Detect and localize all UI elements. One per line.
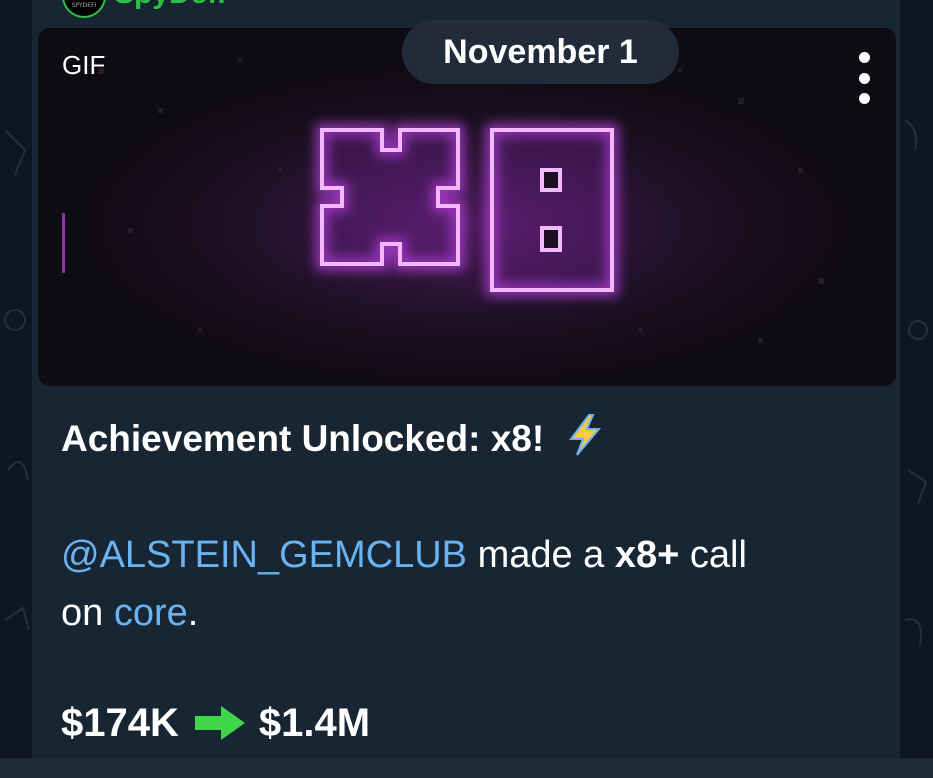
text-period: . <box>187 592 199 634</box>
bottom-bar <box>0 758 933 778</box>
price-from: $174K <box>61 701 179 745</box>
message-body: @ALSTEIN_GEMCLUB made a x8+ call on core… <box>61 526 881 642</box>
token-link[interactable]: core <box>114 592 188 634</box>
multiplier-text: x8+ <box>614 534 680 576</box>
sender-name[interactable]: SpyDefi <box>114 0 226 11</box>
green-right-arrow-icon <box>194 706 245 740</box>
date-pill: November 1 <box>402 20 679 84</box>
sender-header[interactable]: SPYDEFI SpyDefi <box>62 0 226 18</box>
price-to: $1.4M <box>258 701 371 745</box>
lightning-icon <box>568 414 601 456</box>
text-made: made a <box>467 534 615 576</box>
avatar-text: SPYDEFI <box>71 2 97 9</box>
sender-avatar[interactable]: SPYDEFI <box>62 0 106 18</box>
title-text: Achievement Unlocked: x8! <box>61 418 545 459</box>
text-on: on <box>61 592 114 634</box>
message-title: Achievement Unlocked: x8! <box>61 410 605 468</box>
price-line: $174K $1.4M <box>61 694 370 752</box>
mention-link[interactable]: @ALSTEIN_GEMCLUB <box>61 534 467 576</box>
more-options-icon[interactable] <box>852 52 876 104</box>
text-call: call <box>679 534 747 576</box>
gif-badge: GIF <box>62 50 106 80</box>
message-bubble[interactable]: SPYDEFI SpyDefi <box>32 0 900 778</box>
